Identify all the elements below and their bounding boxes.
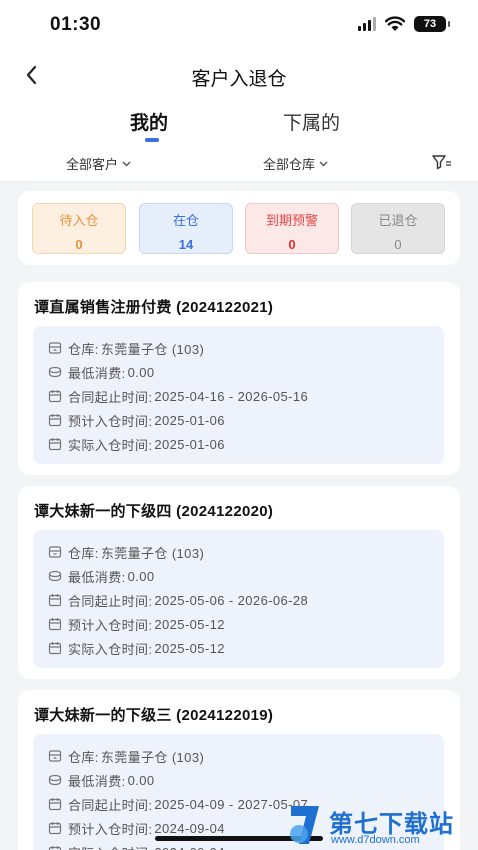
detail-row: 最低消费: 0.00 <box>33 360 444 384</box>
stat-count: 0 <box>394 237 402 252</box>
detail-key: 仓库: <box>68 341 99 357</box>
customer-filter-label: 全部客户 <box>66 157 119 172</box>
tab-bar: 我的 下属的 <box>0 100 478 146</box>
coins-icon <box>48 774 62 786</box>
stat-label: 到期预警 <box>265 213 318 228</box>
detail-key: 预计入仓时间: <box>68 821 153 837</box>
card-details: 仓库: 东莞量子仓 (103) 最低消费: 0.00 合同起止时间: 2025-04-… <box>33 326 444 464</box>
detail-key: 合同起止时间: <box>68 797 153 813</box>
warehouse-icon <box>48 342 62 354</box>
detail-key: 最低消费: <box>68 773 126 789</box>
status-bar: 01:30 73 <box>0 0 478 50</box>
detail-key: 最低消费: <box>68 569 126 585</box>
detail-value: 2024-09-04 <box>154 845 225 850</box>
detail-key: 合同起止时间: <box>68 389 153 405</box>
detail-key: 仓库: <box>68 545 99 561</box>
status-time: 01:30 <box>50 14 102 35</box>
customer-card[interactable]: 谭直属销售注册付费 (2024122021) 仓库: 东莞量子仓 (103) 最低… <box>18 282 460 475</box>
stat-expiry-warning[interactable]: 到期预警 0 <box>245 203 339 254</box>
tab-mine[interactable]: 我的 <box>130 108 168 135</box>
calendar-icon <box>48 594 62 607</box>
card-title: 谭大妹新一的下级四 (2024122020) <box>34 503 274 520</box>
detail-value: 2025-01-06 <box>154 412 225 428</box>
nav-bar: 客户入退仓 <box>0 50 478 100</box>
calendar-icon <box>48 798 62 811</box>
detail-value: 东莞量子仓 (103) <box>100 749 205 765</box>
battery-icon: 73 <box>414 16 450 32</box>
stat-label: 已退仓 <box>378 213 418 228</box>
cellular-signal-icon <box>358 17 376 31</box>
stat-count: 0 <box>288 237 296 252</box>
detail-row: 最低消费: 0.00 <box>33 768 444 792</box>
tab-subordinates[interactable]: 下属的 <box>283 108 340 135</box>
warehouse-filter-dropdown[interactable]: 全部仓库 <box>263 154 328 173</box>
active-tab-indicator <box>145 138 159 142</box>
detail-row: 仓库: 东莞量子仓 (103) <box>33 540 444 564</box>
detail-value: 0.00 <box>127 772 155 788</box>
calendar-icon <box>48 846 62 850</box>
warehouse-icon <box>48 546 62 558</box>
calendar-icon <box>48 822 62 835</box>
wifi-icon <box>385 16 405 31</box>
detail-key: 实际入仓时间: <box>68 641 153 657</box>
chevron-down-icon <box>122 161 131 166</box>
detail-row: 实际入仓时间: 2025-05-12 <box>33 636 444 660</box>
status-icons: 73 <box>358 16 450 32</box>
detail-row: 仓库: 东莞量子仓 (103) <box>33 744 444 768</box>
site-logo-icon <box>290 806 319 844</box>
detail-key: 最低消费: <box>68 365 126 381</box>
chevron-down-icon <box>319 161 328 166</box>
detail-value: 2024-09-04 <box>154 820 225 836</box>
customer-card[interactable]: 谭大妹新一的下级四 (2024122020) 仓库: 东莞量子仓 (103) 最低… <box>18 486 460 679</box>
watermark: 第七下载站 www.d7down.com <box>283 802 478 850</box>
detail-key: 合同起止时间: <box>68 593 153 609</box>
warehouse-icon <box>48 750 62 762</box>
detail-value: 0.00 <box>127 568 155 584</box>
stat-label: 待入仓 <box>59 213 99 228</box>
detail-row: 合同起止时间: 2025-05-06 - 2026-06-28 <box>33 588 444 612</box>
detail-key: 预计入仓时间: <box>68 617 153 633</box>
calendar-icon <box>48 390 62 403</box>
warehouse-filter-label: 全部仓库 <box>263 157 316 172</box>
stat-exited[interactable]: 已退仓 0 <box>351 203 445 254</box>
detail-value: 东莞量子仓 (103) <box>100 341 205 357</box>
detail-key: 实际入仓时间: <box>68 843 152 850</box>
coins-icon <box>48 570 62 582</box>
calendar-icon <box>48 438 62 451</box>
stat-in-warehouse[interactable]: 在仓 14 <box>139 203 233 254</box>
detail-row: 预计入仓时间: 2025-01-06 <box>33 408 444 432</box>
detail-value: 2025-05-06 - 2026-06-28 <box>154 592 309 608</box>
detail-value: 2025-04-16 - 2026-05-16 <box>154 388 309 404</box>
detail-row: 合同起止时间: 2025-04-16 - 2026-05-16 <box>33 384 444 408</box>
stat-pending-entry[interactable]: 待入仓 0 <box>32 203 126 254</box>
detail-value: 东莞量子仓 (103) <box>100 545 205 561</box>
detail-row: 实际入仓时间: 2025-01-06 <box>33 432 444 456</box>
detail-value: 2025-05-12 <box>154 640 225 656</box>
calendar-icon <box>48 642 62 655</box>
coins-icon <box>48 366 62 378</box>
card-title: 谭直属销售注册付费 (2024122021) <box>34 299 274 316</box>
calendar-icon <box>48 414 62 427</box>
watermark-url: www.d7down.com <box>331 834 420 846</box>
calendar-icon <box>48 618 62 631</box>
detail-value: 0.00 <box>127 364 155 380</box>
page-title: 客户入退仓 <box>191 69 287 90</box>
detail-row: 预计入仓时间: 2025-05-12 <box>33 612 444 636</box>
detail-value: 2025-05-12 <box>154 616 225 632</box>
detail-value: 2025-01-06 <box>154 436 225 452</box>
stat-count: 0 <box>75 237 83 252</box>
customer-filter-dropdown[interactable]: 全部客户 <box>66 154 131 173</box>
filter-bar: 全部客户 全部仓库 <box>0 146 478 182</box>
card-details: 仓库: 东莞量子仓 (103) 最低消费: 0.00 合同起止时间: 2025-05-… <box>33 530 444 668</box>
stat-count: 14 <box>178 237 194 252</box>
filter-icon[interactable] <box>432 154 452 170</box>
detail-key: 仓库: <box>68 749 99 765</box>
status-summary-panel: 待入仓 0 在仓 14 到期预警 0 已退仓 0 <box>18 191 460 265</box>
stat-label: 在仓 <box>172 213 199 228</box>
detail-row: 最低消费: 0.00 <box>33 564 444 588</box>
card-title: 谭大妹新一的下级三 (2024122019) <box>34 707 274 724</box>
detail-row: 仓库: 东莞量子仓 (103) <box>33 336 444 360</box>
detail-key: 实际入仓时间: <box>68 437 153 453</box>
detail-key: 预计入仓时间: <box>68 413 153 429</box>
